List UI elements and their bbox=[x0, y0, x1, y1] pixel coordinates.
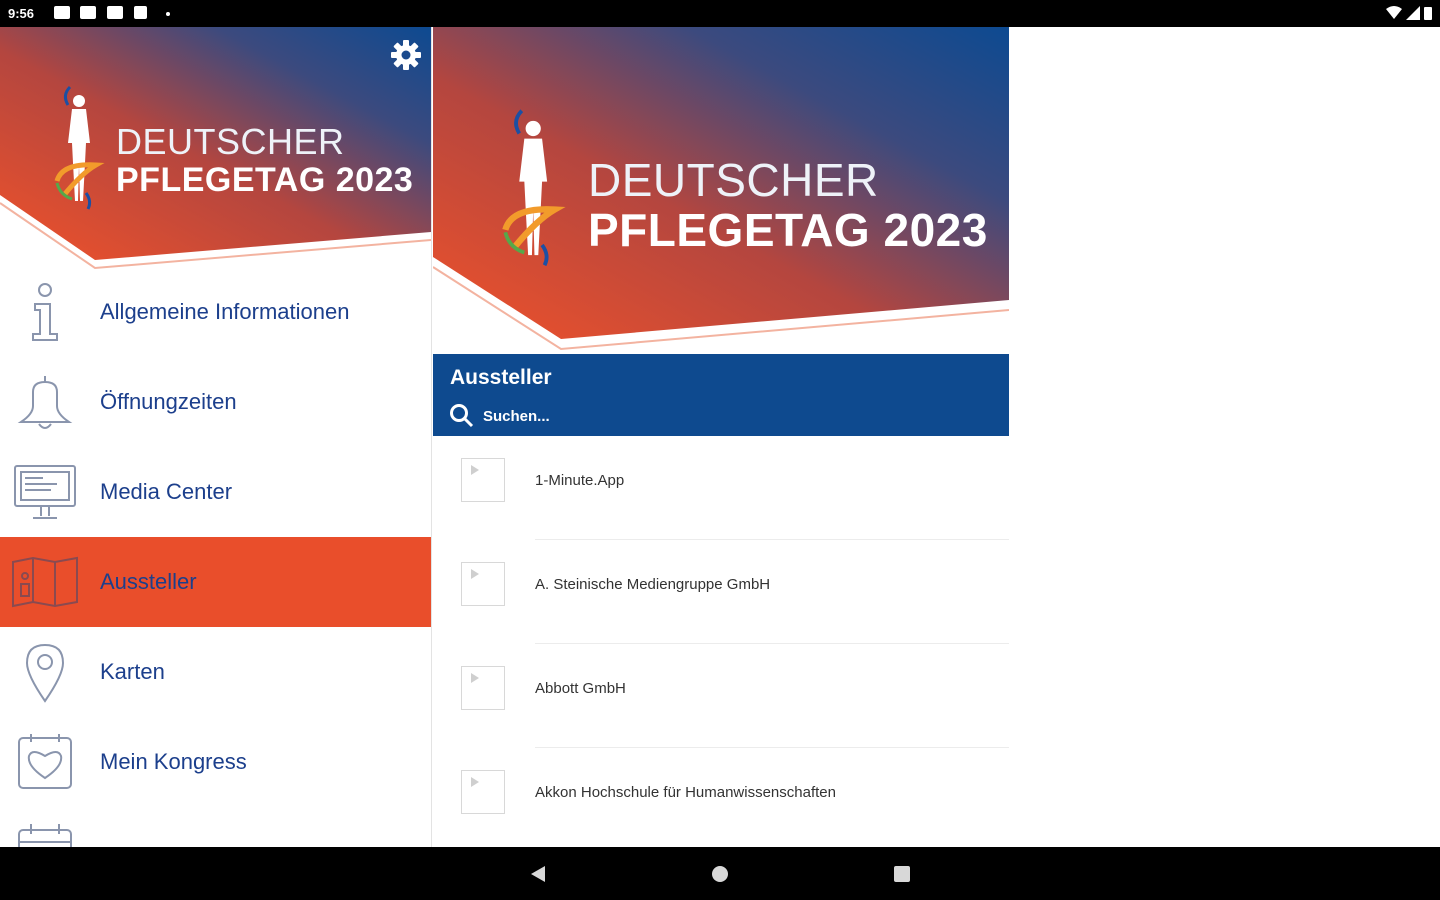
recents-button[interactable] bbox=[889, 861, 915, 887]
message-notification-icon bbox=[80, 6, 96, 19]
brand-title-line2: PFLEGETAG 2023 bbox=[116, 161, 414, 199]
brand-title-line1: DEUTSCHER bbox=[116, 121, 345, 162]
calendar-icon bbox=[0, 807, 90, 847]
drawer-header-banner: DEUTSCHER PFLEGETAG 2023 bbox=[0, 27, 431, 277]
brand-title-line1: DEUTSCHER bbox=[588, 154, 879, 206]
status-time: 9:56 bbox=[8, 6, 35, 21]
exhibitor-header-bar: Aussteller bbox=[433, 354, 1009, 436]
battery-icon bbox=[1424, 7, 1432, 20]
exhibitor-name: 1-Minute.App bbox=[535, 472, 625, 489]
menu-item-label: Media Center bbox=[100, 479, 233, 504]
menu-item-karten[interactable]: Karten bbox=[0, 627, 431, 717]
wifi-icon bbox=[1386, 6, 1402, 19]
exhibitor-list-item[interactable]: Abbott GmbH bbox=[433, 644, 1009, 748]
exhibitor-panel: DEUTSCHER PFLEGETAG 2023 Aussteller 1-Mi… bbox=[433, 27, 1009, 847]
map-book-icon bbox=[0, 537, 90, 627]
menu-item-label: Karten bbox=[100, 659, 165, 684]
exhibitor-logo-placeholder-icon bbox=[461, 562, 505, 606]
menu-item-partial[interactable] bbox=[0, 807, 431, 847]
exhibitor-list-item[interactable]: 1-Minute.App bbox=[433, 436, 1009, 540]
exhibitor-name: Akkon Hochschule für Humanwissenschaften bbox=[535, 784, 836, 801]
search-icon bbox=[450, 404, 474, 428]
menu-item-label: Mein Kongress bbox=[100, 749, 247, 774]
main-header-banner: DEUTSCHER PFLEGETAG 2023 bbox=[433, 27, 1009, 357]
info-icon bbox=[0, 267, 90, 357]
exhibitor-name: A. Steinische Mediengruppe GmbH bbox=[535, 576, 771, 593]
back-button[interactable] bbox=[525, 861, 551, 887]
exhibitor-list-item[interactable]: Akkon Hochschule für Humanwissenschaften bbox=[433, 748, 1009, 847]
monitor-icon bbox=[0, 447, 90, 537]
search-input[interactable] bbox=[481, 406, 735, 426]
heart-calendar-icon bbox=[0, 717, 90, 807]
more-notifications-icon bbox=[166, 12, 170, 16]
exhibitor-logo-placeholder-icon bbox=[461, 666, 505, 710]
exhibitor-list-item[interactable]: A. Steinische Mediengruppe GmbH bbox=[433, 540, 1009, 644]
menu-item-mein-kongress[interactable]: Mein Kongress bbox=[0, 717, 431, 807]
bell-icon bbox=[0, 357, 90, 447]
search-box[interactable] bbox=[449, 402, 749, 430]
menu-item-media-center[interactable]: Media Center bbox=[0, 447, 431, 537]
message-notification-icon bbox=[54, 6, 70, 19]
menu-item-label: Aussteller bbox=[100, 569, 197, 594]
exhibitor-logo-placeholder-icon bbox=[461, 770, 505, 814]
settings-gear-icon[interactable] bbox=[388, 37, 424, 73]
menu-item-allgemeine-informationen[interactable]: Allgemeine Informationen bbox=[0, 267, 431, 357]
signal-icon bbox=[1406, 6, 1420, 20]
menu-item-label: Allgemeine Informationen bbox=[100, 299, 350, 324]
panel-title: Aussteller bbox=[450, 366, 552, 389]
location-pin-icon bbox=[0, 627, 90, 717]
brand-title-line2: PFLEGETAG 2023 bbox=[588, 204, 988, 256]
exhibitor-list: 1-Minute.App A. Steinische Mediengruppe … bbox=[433, 436, 1009, 847]
recents-square-icon bbox=[894, 866, 910, 882]
menu-item-label: Öffnungzeiten bbox=[100, 389, 237, 414]
sd-card-icon bbox=[134, 6, 147, 19]
home-button[interactable] bbox=[707, 861, 733, 887]
system-icons bbox=[1386, 6, 1432, 20]
drawer-menu: Allgemeine Informationen Öffnungzeiten M… bbox=[0, 267, 431, 847]
human-figure-logo-icon bbox=[502, 109, 566, 267]
home-circle-icon bbox=[712, 866, 728, 882]
navigation-drawer: DEUTSCHER PFLEGETAG 2023 Allgemeine Info… bbox=[0, 27, 432, 847]
menu-item-oeffnungzeiten[interactable]: Öffnungzeiten bbox=[0, 357, 431, 447]
back-triangle-icon bbox=[531, 866, 545, 882]
exhibitor-logo-placeholder-icon bbox=[461, 458, 505, 502]
system-navigation-bar bbox=[0, 847, 1440, 900]
status-bar: 9:56 bbox=[0, 0, 1440, 27]
exhibitor-name: Abbott GmbH bbox=[535, 680, 626, 697]
menu-item-aussteller[interactable]: Aussteller bbox=[0, 537, 431, 627]
message-notification-icon bbox=[107, 6, 123, 19]
human-figure-logo-icon bbox=[54, 85, 105, 210]
